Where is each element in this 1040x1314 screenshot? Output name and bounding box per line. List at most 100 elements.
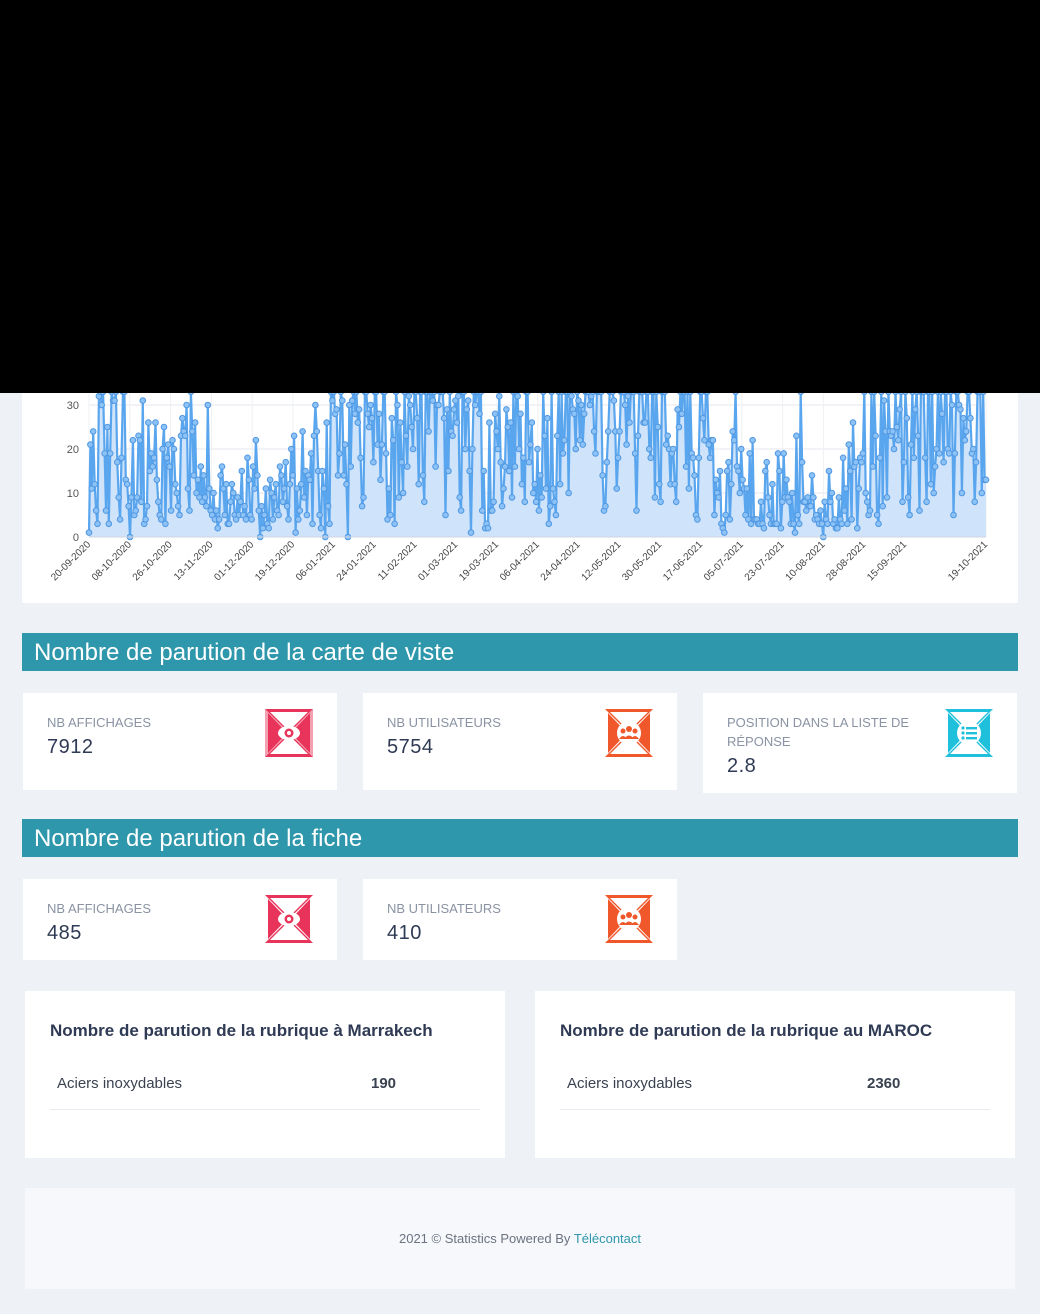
data-point xyxy=(670,445,677,453)
data-point xyxy=(916,507,923,514)
data-point xyxy=(162,520,169,528)
data-point xyxy=(682,463,690,470)
data-point xyxy=(651,494,659,501)
data-point xyxy=(863,498,871,506)
x-tick-label: 24-04-2021 xyxy=(539,539,583,583)
data-point xyxy=(957,406,964,413)
eye-icon xyxy=(265,895,313,943)
data-point xyxy=(394,401,401,409)
data-point xyxy=(880,397,888,404)
data-point xyxy=(261,511,268,519)
table-row: Aciers inoxydables 190 xyxy=(50,1075,480,1110)
data-point xyxy=(912,406,919,413)
data-point xyxy=(711,511,718,519)
data-point xyxy=(893,423,901,431)
stat-card-affichages-carte: NB AFFICHAGES 7912 xyxy=(23,693,337,790)
data-point xyxy=(100,393,107,396)
data-point xyxy=(542,485,550,492)
stat-label: NB UTILISATEURS xyxy=(387,715,501,730)
data-point xyxy=(691,472,698,479)
footer: 2021 © Statistics Powered By Télécontact xyxy=(25,1188,1015,1289)
stat-card-utilisateurs-carte: NB UTILISATEURS 5754 xyxy=(363,693,677,790)
data-point xyxy=(419,472,427,479)
data-point xyxy=(623,441,630,448)
data-point xyxy=(204,401,212,409)
data-point xyxy=(106,450,114,457)
data-point xyxy=(476,410,483,418)
stat-label: POSITION DANS LA LISTE DE RÉPONSE xyxy=(727,715,910,749)
data-point xyxy=(903,414,911,422)
data-point xyxy=(123,480,131,488)
data-point xyxy=(604,428,612,435)
data-point xyxy=(866,507,874,514)
data-point xyxy=(647,454,655,462)
data-point xyxy=(862,489,870,497)
stat-card-position-carte: POSITION DANS LA LISTE DE RÉPONSE 2.8 xyxy=(703,693,1017,793)
telecontact-link[interactable]: Télécontact xyxy=(574,1231,641,1246)
data-point xyxy=(464,397,472,404)
data-point xyxy=(831,516,838,523)
data-point xyxy=(200,472,207,479)
data-point xyxy=(521,498,529,506)
data-point xyxy=(518,480,526,488)
data-point xyxy=(861,393,868,396)
data-point xyxy=(749,436,756,444)
data-point xyxy=(166,463,173,470)
data-point xyxy=(409,445,417,453)
x-tick-label: 24-01-2021 xyxy=(335,539,379,583)
data-point xyxy=(265,524,272,532)
data-point xyxy=(580,410,588,418)
data-point xyxy=(793,432,800,440)
data-point xyxy=(760,524,768,532)
data-point xyxy=(469,445,476,453)
data-point xyxy=(948,401,956,409)
data-point xyxy=(646,445,653,453)
data-point xyxy=(498,502,506,510)
table-title: Nombre de parution de la rubrique au MAR… xyxy=(560,1021,933,1040)
data-point xyxy=(174,502,182,510)
data-point xyxy=(721,529,728,536)
data-point xyxy=(360,494,367,501)
data-point xyxy=(388,414,396,422)
data-point xyxy=(852,458,860,466)
data-point xyxy=(892,393,899,396)
data-point xyxy=(834,524,841,532)
data-point xyxy=(477,393,484,396)
data-point xyxy=(746,450,754,457)
data-point xyxy=(190,472,197,479)
data-point xyxy=(786,498,793,506)
x-tick-label: 19-10-2021 xyxy=(946,539,990,583)
data-point xyxy=(517,410,524,418)
data-point xyxy=(541,432,548,440)
data-point xyxy=(818,520,826,528)
data-point xyxy=(501,463,509,470)
data-point xyxy=(245,476,253,484)
y-tick-label: 30 xyxy=(67,400,79,412)
data-point xyxy=(902,393,909,396)
data-point xyxy=(613,485,621,492)
data-point xyxy=(269,516,277,523)
data-point xyxy=(480,467,488,475)
data-point xyxy=(674,406,681,413)
data-point xyxy=(358,502,366,510)
data-point xyxy=(590,428,598,435)
data-point xyxy=(500,485,507,492)
data-point xyxy=(655,480,663,488)
data-point xyxy=(249,463,257,470)
data-point xyxy=(299,428,306,435)
data-point xyxy=(381,393,388,396)
data-point xyxy=(341,441,349,448)
data-point xyxy=(528,419,536,426)
data-point xyxy=(798,458,806,466)
data-point xyxy=(116,516,124,523)
data-point xyxy=(152,419,159,426)
data-point xyxy=(603,458,611,466)
data-point xyxy=(91,480,98,488)
data-point xyxy=(283,502,291,510)
data-point xyxy=(554,432,561,440)
data-point xyxy=(456,494,464,501)
data-point xyxy=(309,520,316,528)
data-point xyxy=(664,432,672,440)
users-icon xyxy=(605,709,653,757)
x-tick-label: 19-03-2021 xyxy=(457,539,501,583)
